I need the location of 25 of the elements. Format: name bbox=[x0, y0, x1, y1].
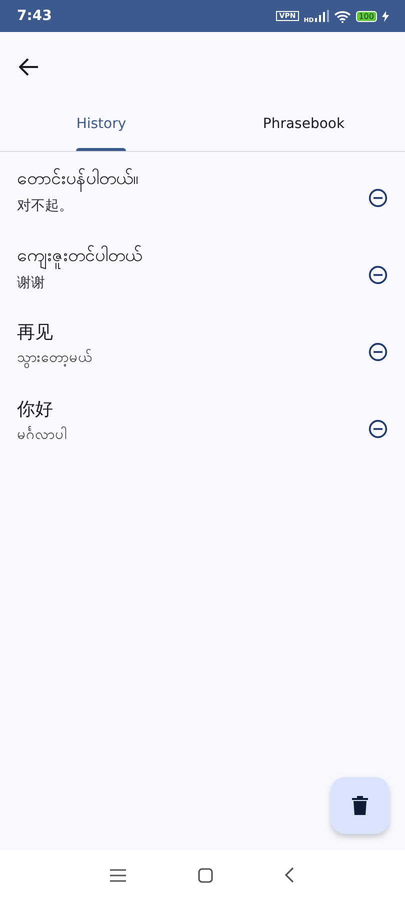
charging-icon bbox=[382, 10, 389, 22]
wifi-icon bbox=[334, 10, 351, 22]
remove-icon[interactable] bbox=[368, 418, 388, 438]
translation-text: သွားတော့မယ် bbox=[17, 348, 92, 369]
tab[interactable]: History bbox=[0, 102, 202, 151]
translation-text: မင်္ဂလာပါ bbox=[17, 425, 67, 445]
source-text: တောင်းပန်ပါတယ်။ bbox=[17, 166, 139, 193]
back-arrow-icon[interactable] bbox=[19, 58, 39, 76]
battery-icon: 100 bbox=[356, 10, 377, 22]
source-text: ကျေးဇူးတင်ပါတယ် bbox=[17, 243, 142, 270]
home-icon[interactable] bbox=[198, 868, 213, 882]
translation-text: 对不起。 bbox=[17, 197, 74, 215]
translation-text: 谢谢 bbox=[17, 274, 46, 292]
remove-icon[interactable] bbox=[368, 188, 388, 208]
remove-icon[interactable] bbox=[368, 264, 388, 284]
status-time: 7:43 bbox=[17, 8, 52, 24]
source-text: 再见 bbox=[17, 321, 54, 344]
delete-all-button[interactable] bbox=[331, 777, 389, 834]
back-icon[interactable] bbox=[285, 867, 295, 883]
source-text: 你好 bbox=[17, 398, 54, 421]
trash-icon bbox=[352, 796, 368, 815]
remove-icon[interactable] bbox=[368, 342, 388, 362]
signal-icon bbox=[314, 10, 329, 22]
tab[interactable]: Phrasebook bbox=[202, 102, 405, 151]
menu-icon[interactable] bbox=[110, 868, 126, 882]
